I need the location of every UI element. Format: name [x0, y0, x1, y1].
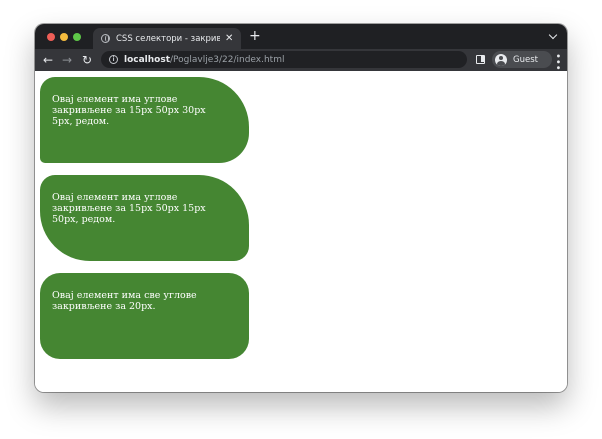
address-bar[interactable]: i localhost/Poglavlje3/22/index.html — [101, 51, 467, 68]
side-panel-icon[interactable] — [476, 55, 485, 64]
minimize-window-button[interactable] — [60, 33, 68, 41]
url-text: localhost/Poglavlje3/22/index.html — [124, 55, 284, 65]
reload-icon[interactable]: ↻ — [82, 52, 92, 68]
url-path: /Poglavlje3/22/index.html — [170, 54, 285, 65]
browser-window: CSS селектори - закривљење ✕ + ← → ↻ i l… — [35, 24, 567, 392]
maximize-window-button[interactable] — [73, 33, 81, 41]
tab-title: CSS селектори - закривљење — [116, 33, 220, 44]
rounded-box-3: Овај елемент има све углове закривљене з… — [40, 273, 249, 359]
new-tab-button[interactable]: + — [249, 29, 261, 43]
browser-toolbar: ← → ↻ i localhost/Poglavlje3/22/index.ht… — [35, 49, 567, 71]
profile-button[interactable]: Guest — [492, 51, 552, 68]
profile-name: Guest — [513, 54, 538, 65]
close-tab-icon[interactable]: ✕ — [225, 33, 233, 44]
globe-icon — [101, 34, 110, 43]
tab-search-chevron-icon[interactable] — [548, 30, 558, 40]
avatar-icon — [495, 53, 507, 66]
tab-strip: CSS селектори - закривљење ✕ + — [35, 24, 567, 49]
site-info-icon[interactable]: i — [109, 55, 118, 64]
rounded-box-2: Овај елемент има углове закривљене за 15… — [40, 175, 249, 261]
close-window-button[interactable] — [47, 33, 55, 41]
rounded-box-1: Овај елемент има углове закривљене за 15… — [40, 77, 249, 163]
back-arrow-icon[interactable]: ← — [43, 52, 53, 68]
browser-tab[interactable]: CSS селектори - закривљење ✕ — [93, 28, 241, 49]
forward-arrow-icon[interactable]: → — [62, 52, 72, 68]
kebab-menu-icon[interactable]: ••• — [552, 53, 563, 71]
page-content: Овај елемент има углове закривљене за 15… — [35, 71, 567, 392]
url-host: localhost — [124, 54, 171, 65]
